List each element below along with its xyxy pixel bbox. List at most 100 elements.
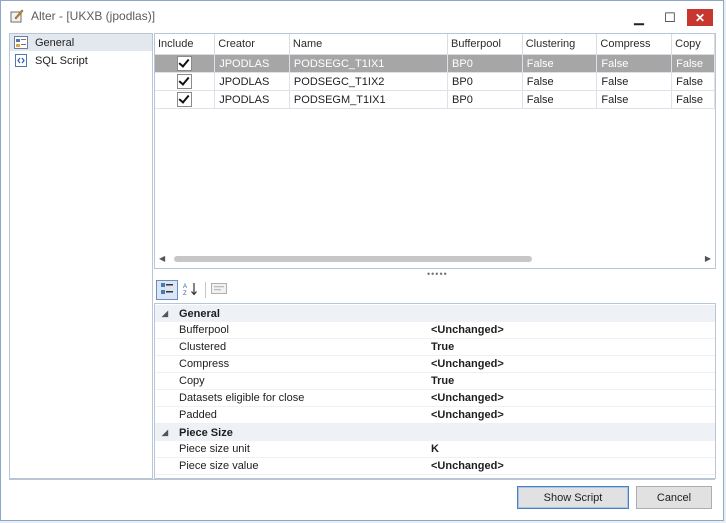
property-name: Piece size value [179, 460, 259, 472]
categorized-icon [160, 282, 174, 299]
property-value[interactable]: <Unchanged> [431, 358, 504, 370]
property-name: Piece size unit [179, 443, 250, 455]
property-pages-button[interactable] [208, 280, 230, 300]
property-pages-icon [211, 282, 227, 298]
property-grid: ◢ General Bufferpool <Unchanged> Cluster… [154, 303, 716, 479]
column-header-name[interactable]: Name [289, 34, 449, 55]
property-name: Padded [179, 409, 217, 421]
cancel-button[interactable]: Cancel [636, 486, 712, 509]
creator-cell: JPODLAS [214, 72, 290, 91]
navigation-panel: General SQL Script [9, 33, 153, 479]
alter-dialog: Alter - [UKXB (jpodlas)] ▁ ☐ ✕ General S… [0, 0, 724, 521]
scroll-left-icon[interactable]: ◀ [159, 254, 165, 263]
name-cell: PODSEGC_T1IX1 [289, 54, 449, 73]
property-value[interactable]: <Unchanged> [431, 324, 504, 336]
property-value[interactable]: <Unchanged> [431, 409, 504, 421]
clustering-cell: False [522, 72, 598, 91]
footer-divider [9, 479, 715, 480]
property-row-bufferpool[interactable]: Bufferpool <Unchanged> [155, 322, 715, 339]
nav-item-sql-script[interactable]: SQL Script [10, 52, 152, 69]
property-value[interactable]: K [431, 443, 439, 455]
category-general[interactable]: ◢ General [155, 305, 715, 322]
category-piece-size[interactable]: ◢ Piece Size [155, 424, 715, 441]
table-row[interactable]: JPODLAS PODSEGC_T1IX1 BP0 False False Fa… [155, 54, 715, 73]
table-row[interactable]: JPODLAS PODSEGC_T1IX2 BP0 False False Fa… [155, 72, 715, 91]
property-value[interactable]: True [431, 341, 454, 353]
svg-text:Z: Z [183, 291, 187, 296]
property-value[interactable]: <Unchanged> [431, 392, 504, 404]
minimize-button[interactable]: ▁ [627, 9, 651, 27]
bufferpool-cell: BP0 [447, 72, 523, 91]
name-cell: PODSEGC_T1IX2 [289, 72, 449, 91]
close-icon: ✕ [694, 10, 706, 25]
property-name: Datasets eligible for close [179, 392, 305, 404]
collapse-icon[interactable]: ◢ [155, 428, 175, 437]
include-cell[interactable] [155, 72, 216, 91]
property-row-compress[interactable]: Compress <Unchanged> [155, 356, 715, 373]
bufferpool-cell: BP0 [447, 90, 523, 109]
property-value[interactable]: True [431, 375, 454, 387]
property-row-piece-size-unit[interactable]: Piece size unit K [155, 441, 715, 458]
category-label: General [179, 307, 220, 320]
scrollbar-thumb[interactable] [174, 256, 532, 262]
copy-cell: False [671, 72, 715, 91]
property-name: Copy [179, 375, 205, 387]
name-cell: PODSEGM_T1IX1 [289, 90, 449, 109]
bufferpool-cell: BP0 [447, 54, 523, 73]
include-checkbox[interactable] [177, 92, 193, 107]
column-header-bufferpool[interactable]: Bufferpool [447, 34, 523, 55]
show-script-button[interactable]: Show Script [517, 486, 629, 509]
categorized-button[interactable] [156, 280, 178, 300]
nav-item-general[interactable]: General [10, 34, 152, 51]
properties-icon [13, 36, 29, 50]
table-row[interactable]: JPODLAS PODSEGM_T1IX1 BP0 False False Fa… [155, 90, 715, 109]
category-label: Piece Size [179, 426, 233, 439]
toolbar-separator [205, 282, 206, 298]
property-row-piece-size-value[interactable]: Piece size value <Unchanged> [155, 458, 715, 475]
clustering-cell: False [522, 90, 598, 109]
column-header-compress[interactable]: Compress [596, 34, 673, 55]
property-row-padded[interactable]: Padded <Unchanged> [155, 407, 715, 424]
compress-cell: False [596, 90, 673, 109]
property-value[interactable]: <Unchanged> [431, 460, 504, 472]
nav-item-label: General [35, 36, 75, 49]
include-cell[interactable] [155, 90, 216, 109]
title-bar[interactable]: Alter - [UKXB (jpodlas)] ▁ ☐ ✕ [1, 1, 723, 31]
column-header-creator[interactable]: Creator [214, 34, 290, 55]
property-name: Bufferpool [179, 324, 229, 336]
creator-cell: JPODLAS [214, 54, 290, 73]
compress-cell: False [596, 54, 673, 73]
property-row-clustered[interactable]: Clustered True [155, 339, 715, 356]
include-cell[interactable] [155, 54, 216, 73]
property-name: Compress [179, 358, 230, 370]
include-checkbox[interactable] [177, 74, 193, 89]
index-grid: Include Creator Name Bufferpool Clusteri… [154, 33, 716, 269]
alphabetical-button[interactable]: AZ [180, 280, 202, 300]
close-button[interactable]: ✕ [687, 9, 713, 26]
scroll-right-icon[interactable]: ▶ [705, 254, 711, 263]
svg-text:A: A [183, 284, 187, 290]
nav-item-label: SQL Script [35, 54, 88, 67]
window-title: Alter - [UKXB (jpodlas)] [31, 9, 156, 23]
clustering-cell: False [522, 54, 598, 73]
minimize-icon: ▁ [634, 10, 644, 25]
sort-alphabetical-icon: AZ [183, 282, 199, 299]
property-row-copy[interactable]: Copy True [155, 373, 715, 390]
app-icon [10, 9, 24, 23]
property-row-datasets-eligible-for-close[interactable]: Datasets eligible for close <Unchanged> [155, 390, 715, 407]
property-name: Clustered [179, 341, 227, 353]
include-checkbox[interactable] [177, 56, 193, 71]
maximize-icon: ☐ [664, 10, 676, 25]
column-header-copy[interactable]: Copy [671, 34, 715, 55]
maximize-button[interactable]: ☐ [658, 9, 682, 27]
table-header-row: Include Creator Name Bufferpool Clusteri… [155, 34, 715, 55]
column-header-clustering[interactable]: Clustering [522, 34, 598, 55]
horizontal-scrollbar[interactable]: ◀ ▶ [156, 253, 714, 265]
collapse-icon[interactable]: ◢ [155, 309, 175, 318]
script-icon [13, 54, 29, 68]
property-grid-toolbar: AZ [154, 278, 716, 302]
creator-cell: JPODLAS [214, 90, 290, 109]
copy-cell: False [671, 90, 715, 109]
column-header-include[interactable]: Include [155, 34, 216, 55]
copy-cell: False [671, 54, 715, 73]
